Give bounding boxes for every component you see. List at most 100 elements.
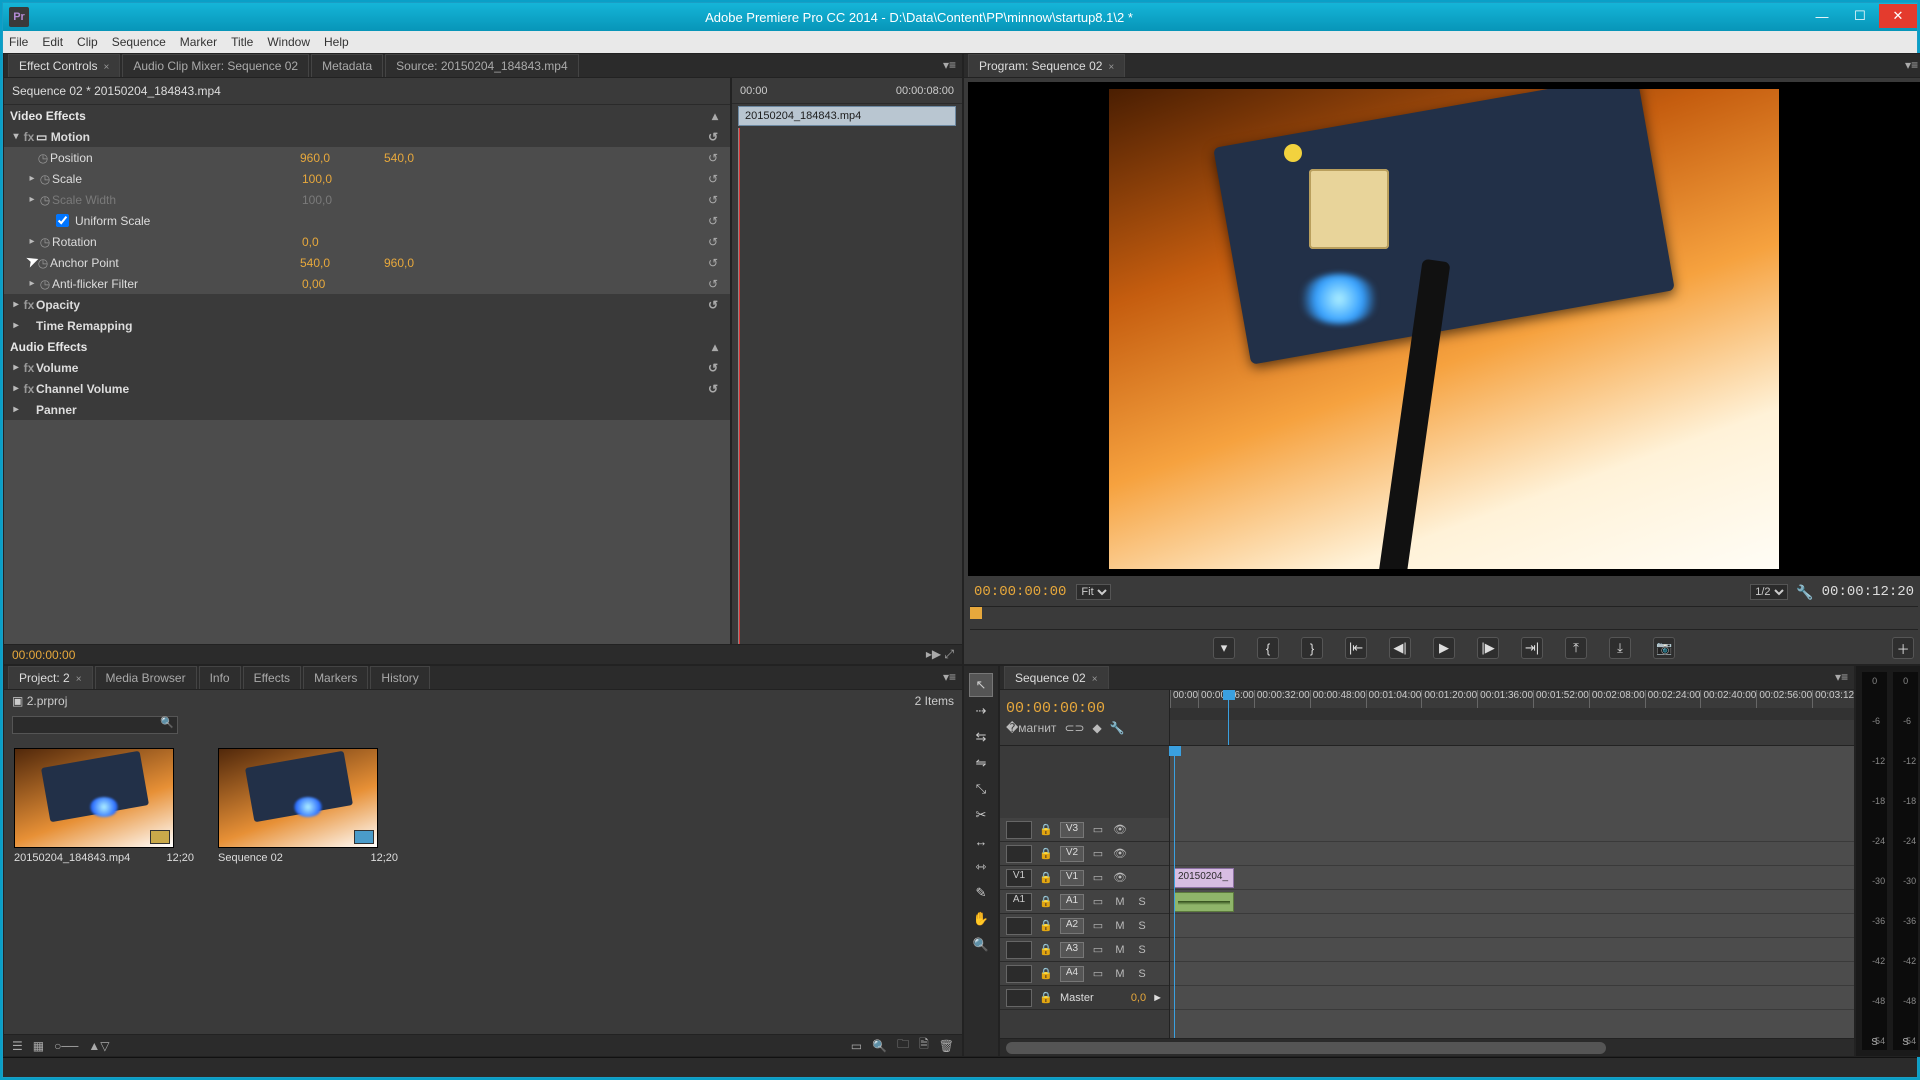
lane-v2[interactable]	[1170, 842, 1854, 866]
slip-tool[interactable]: ↔	[969, 829, 993, 853]
program-video[interactable]	[968, 82, 1920, 576]
panel-menu-icon[interactable]: ▾≡	[943, 58, 956, 72]
timeline-zoom-scroll[interactable]	[1000, 1038, 1854, 1056]
twirl-icon[interactable]: ▸	[10, 299, 22, 310]
extract-button[interactable]: ⤓	[1609, 637, 1631, 659]
audio-meter-left[interactable]: 0-6-12-18-24-30-36-42-48-54 S	[1862, 672, 1887, 1050]
twirl-icon[interactable]: ▾	[10, 131, 22, 142]
antiflicker-value[interactable]: 0,00	[302, 277, 350, 291]
list-view-button[interactable]: ☰	[12, 1039, 23, 1053]
zoom-slider[interactable]: ○──	[54, 1039, 78, 1053]
tab-project[interactable]: Project: 2×	[8, 666, 93, 689]
close-button[interactable]: ✕	[1879, 4, 1917, 28]
new-bin-button[interactable]: 🗀	[897, 1035, 909, 1056]
scale-value[interactable]: 100,0	[302, 172, 350, 186]
tab-media-browser[interactable]: Media Browser	[95, 666, 197, 689]
stopwatch-icon[interactable]: ◷	[36, 151, 50, 165]
rotation-value[interactable]: 0,0	[302, 235, 350, 249]
menu-sequence[interactable]: Sequence	[112, 35, 166, 49]
reset-icon[interactable]: ↺	[708, 361, 718, 375]
track-header-a2[interactable]: 🔒A2▭MS	[1000, 914, 1169, 938]
reset-icon[interactable]: ↺	[708, 193, 718, 207]
panel-menu-icon[interactable]: ▾≡	[1835, 670, 1848, 684]
rolling-edit-tool[interactable]: ⇋	[969, 751, 993, 775]
linked-selection-button[interactable]: ⊂⊃	[1064, 721, 1084, 735]
stopwatch-icon[interactable]: ◷	[38, 277, 52, 291]
master-value[interactable]: 0,0	[1131, 992, 1146, 1004]
tab-history[interactable]: History	[370, 666, 429, 689]
mark-out-button[interactable]: }	[1301, 637, 1323, 659]
track-header-v2[interactable]: 🔒V2▭👁	[1000, 842, 1169, 866]
timeline-ruler[interactable]: 00:0000:00:16:0000:00:32:0000:00:48:0000…	[1170, 690, 1854, 708]
icon-view-button[interactable]: ▦	[33, 1039, 44, 1053]
rate-stretch-tool[interactable]: ⤡	[969, 777, 993, 801]
fx-volume[interactable]: Volume	[36, 361, 286, 375]
reset-icon[interactable]: ↺	[708, 235, 718, 249]
find-button[interactable]: 🔍	[872, 1039, 887, 1053]
tab-markers[interactable]: Markers	[303, 666, 368, 689]
video-clip[interactable]: 20150204_	[1174, 868, 1234, 888]
button-editor-button[interactable]: ＋	[1892, 637, 1914, 659]
tab-metadata[interactable]: Metadata	[311, 54, 383, 77]
fx-opacity[interactable]: Opacity	[36, 298, 286, 312]
menu-file[interactable]: File	[9, 35, 28, 49]
step-forward-button[interactable]: |▶	[1477, 637, 1499, 659]
selection-tool[interactable]: ↖	[969, 673, 993, 697]
track-header-v1[interactable]: V1🔒V1▭👁	[1000, 866, 1169, 890]
panel-menu-icon[interactable]: ▾≡	[943, 670, 956, 684]
collapse-icon[interactable]: ▴	[712, 340, 718, 354]
position-y[interactable]: 540,0	[384, 151, 432, 165]
lane-v1[interactable]: 20150204_	[1170, 866, 1854, 890]
menu-title[interactable]: Title	[231, 35, 253, 49]
hand-tool[interactable]: ✋	[969, 907, 993, 931]
track-header-a1[interactable]: A1🔒A1▭MS	[1000, 890, 1169, 914]
program-ruler[interactable]	[970, 606, 1918, 630]
new-item-button[interactable]: 🗎	[919, 1035, 929, 1056]
motion-direct-icon[interactable]: ▭	[36, 130, 47, 144]
add-marker-button[interactable]: ◆	[1093, 721, 1102, 735]
export-frame-button[interactable]: 📷	[1653, 637, 1675, 659]
audio-clip[interactable]	[1174, 892, 1234, 912]
source-patch-a1[interactable]: A1	[1006, 893, 1032, 911]
uniform-scale-checkbox[interactable]	[56, 214, 69, 227]
add-marker-button[interactable]: ▾	[1213, 637, 1235, 659]
twirl-icon[interactable]: ▸	[10, 320, 22, 331]
tab-program[interactable]: Program: Sequence 02×	[968, 54, 1125, 77]
source-patch-v1[interactable]: V1	[1006, 869, 1032, 887]
play-button[interactable]: ▶	[1433, 637, 1455, 659]
stopwatch-icon[interactable]: ◷	[38, 172, 52, 186]
program-current-time[interactable]: 00:00:00:00	[974, 584, 1066, 600]
menu-marker[interactable]: Marker	[180, 35, 217, 49]
position-x[interactable]: 960,0	[300, 151, 348, 165]
close-icon[interactable]: ×	[103, 62, 109, 73]
program-cti[interactable]	[970, 607, 982, 619]
lane-a4[interactable]	[1170, 962, 1854, 986]
panel-menu-icon[interactable]: ▾≡	[1905, 58, 1918, 72]
ec-clip-bar[interactable]: 20150204_184843.mp4	[738, 106, 956, 126]
razor-tool[interactable]: ✂	[969, 803, 993, 827]
maximize-button[interactable]: ☐	[1841, 4, 1879, 28]
minimize-button[interactable]: —	[1803, 4, 1841, 28]
track-header-a4[interactable]: 🔒A4▭MS	[1000, 962, 1169, 986]
zoom-tool[interactable]: 🔍	[969, 933, 993, 957]
twirl-icon[interactable]: ▸	[10, 404, 22, 415]
track-select-tool[interactable]: ⇢	[969, 699, 993, 723]
program-resolution-select[interactable]: 1/2	[1750, 584, 1788, 600]
lane-master[interactable]	[1170, 986, 1854, 1010]
lane-a3[interactable]	[1170, 938, 1854, 962]
menu-help[interactable]: Help	[324, 35, 349, 49]
settings-button[interactable]: 🔧	[1110, 721, 1125, 735]
track-header-master[interactable]: 🔒Master0,0►	[1000, 986, 1169, 1010]
reset-icon[interactable]: ↺	[708, 298, 718, 312]
close-icon[interactable]: ×	[1092, 674, 1098, 685]
track-header-a3[interactable]: 🔒A3▭MS	[1000, 938, 1169, 962]
lane-a1[interactable]	[1170, 890, 1854, 914]
fx-motion[interactable]: Motion	[51, 130, 301, 144]
tab-effect-controls[interactable]: Effect Controls×	[8, 54, 120, 77]
auto-match-button[interactable]: ▭	[851, 1039, 862, 1053]
ripple-edit-tool[interactable]: ⇆	[969, 725, 993, 749]
close-icon[interactable]: ×	[1108, 62, 1114, 73]
mark-in-button[interactable]: {	[1257, 637, 1279, 659]
bin-icon[interactable]: ▣	[12, 694, 23, 708]
twirl-icon[interactable]: ▸	[10, 383, 22, 394]
